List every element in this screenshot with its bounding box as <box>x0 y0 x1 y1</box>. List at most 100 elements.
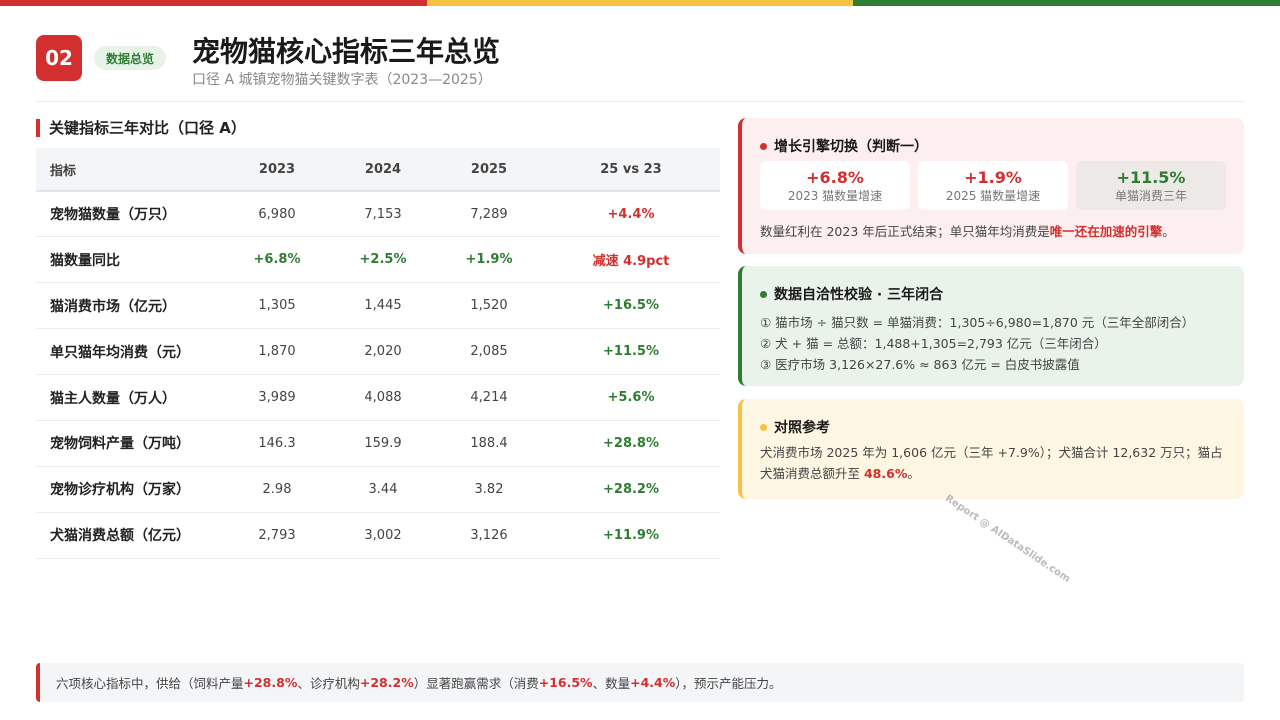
section-badge: 数据总览 <box>94 46 167 70</box>
cell-2024: 2,020 <box>364 344 402 360</box>
cell-2025: 2,085 <box>470 344 508 360</box>
cell-change: +28.2% <box>603 481 659 497</box>
cell-2024: +2.5% <box>359 252 407 268</box>
stat-label: 2025 猫数量增速 <box>945 189 1041 203</box>
top-bar-yellow-segment <box>426 0 854 6</box>
check-list: ① 猫市场 ÷ 猫只数 = 单猫消费：1,305÷6,980=1,870 元（三… <box>760 312 1194 375</box>
cell-2023: 3,989 <box>258 390 296 405</box>
cell-2024: 159.9 <box>364 435 402 451</box>
top-color-bar <box>0 0 1280 6</box>
cell-2024: 3,002 <box>364 527 402 543</box>
stat-value: +6.8% <box>806 168 864 187</box>
note-suffix: 。 <box>1162 224 1175 239</box>
cell-2025: 3.82 <box>474 481 504 497</box>
metric-name: 猫消费市场（亿元） <box>50 298 176 315</box>
stat-box: +6.8% 2023 猫数量增速 <box>760 161 910 210</box>
cell-change: +16.5% <box>603 298 659 314</box>
footer-value: +4.4% <box>630 675 676 690</box>
cell-2025: 3,126 <box>470 527 508 543</box>
cell-change: +28.8% <box>603 435 659 451</box>
column-header: 25 vs 23 <box>600 161 662 177</box>
table-row: 宠物诊疗机构（万家） 2.98 3.44 3.82 +28.2% <box>36 466 720 513</box>
growth-stat-row: +6.8% 2023 猫数量增速 +1.9% 2025 猫数量增速 +11.5%… <box>760 161 1226 210</box>
cell-2023: 2,793 <box>258 527 296 543</box>
green-dot-icon <box>760 290 767 298</box>
reference-card-title: 对照参考 <box>760 417 830 437</box>
stat-value: +11.5% <box>1116 168 1186 187</box>
footer-text: 六项核心指标中，供给（饲料产量 <box>56 676 244 691</box>
growth-card-title-text: 增长引擎切换（判断一） <box>774 139 928 155</box>
check-card-title-text: 数据自洽性校验 · 三年闭合 <box>774 287 944 303</box>
page-title: 宠物猫核心指标三年总览 <box>192 35 501 68</box>
reference-emphasis: 48.6% <box>863 466 908 481</box>
metric-name: 猫数量同比 <box>50 252 120 269</box>
footer-value: +28.2% <box>359 675 414 690</box>
footer-summary: 六项核心指标中，供给（饲料产量 +28.8% 、诊疗机构 +28.2% ）显著跑赢需… <box>36 663 1244 702</box>
cell-2023: 1,305 <box>258 298 296 314</box>
column-header: 2024 <box>364 161 402 177</box>
page-header: 02 数据总览 宠物猫核心指标三年总览 口径 A 城镇宠物猫关键数字表（2023… <box>36 28 1244 102</box>
table-row: 宠物猫数量（万只） 6,980 7,153 7,289 +4.4% <box>36 191 720 237</box>
metric-name: 宠物猫数量（万只） <box>50 207 176 224</box>
table-row: 宠物饲料产量（万吨） 146.3 159.9 188.4 +28.8% <box>36 420 720 467</box>
footer-text: ），预示产能压力。 <box>675 676 782 691</box>
table-row: 猫主人数量（万人） 3,989 4,088 4,214 +5.6% <box>36 375 720 421</box>
note-emphasis: 唯一还在加速的引擎 <box>1049 224 1163 239</box>
cell-2025: 1,520 <box>470 298 508 314</box>
growth-card-note: 数量红利在 2023 年后正式结束；单只猫年均消费是唯一还在加速的引擎。 <box>760 221 1175 240</box>
check-item: ③ 医疗市场 3,126×27.6% ≈ 863 亿元 = 白皮书披露值 <box>760 357 1080 372</box>
cell-change: 减速 4.9pct <box>592 254 670 270</box>
watermark: Report @ AIDataSlide.com <box>942 492 1072 585</box>
column-header: 2023 <box>258 161 296 177</box>
cell-2023: 146.3 <box>258 435 296 451</box>
check-card-title: 数据自洽性校验 · 三年闭合 <box>760 284 943 304</box>
stat-label: 2023 猫数量增速 <box>787 189 883 203</box>
metric-name: 单只猫年均消费（元） <box>50 344 190 361</box>
red-dot-icon <box>760 142 767 150</box>
growth-engine-card: 增长引擎切换（判断一） +6.8% 2023 猫数量增速 +1.9% 2025 … <box>738 118 1244 254</box>
reference-text-body: 犬消费市场 2025 年为 1,606 亿元（三年 +7.9%）；犬猫合计 12… <box>760 445 1223 481</box>
table-row: 猫数量同比 +6.8% +2.5% +1.9% 减速 4.9pct <box>36 237 720 283</box>
top-bar-green-segment <box>853 0 1280 6</box>
cell-change: +4.4% <box>607 206 655 222</box>
cell-2023: 2.98 <box>262 481 292 497</box>
cell-2024: 7,153 <box>364 206 402 222</box>
consistency-check-card: 数据自洽性校验 · 三年闭合 ① 猫市场 ÷ 猫只数 = 单猫消费：1,305÷… <box>738 266 1244 386</box>
yellow-dot-icon <box>760 423 767 431</box>
top-bar-red-segment <box>0 0 427 6</box>
reference-text: 犬消费市场 2025 年为 1,606 亿元（三年 +7.9%）；犬猫合计 12… <box>760 442 1230 484</box>
cell-change: +5.6% <box>607 390 655 405</box>
page-number-badge: 02 <box>36 35 82 81</box>
metric-name: 宠物诊疗机构（万家） <box>50 482 190 499</box>
cell-2025: +1.9% <box>465 252 513 268</box>
stat-box: +11.5% 单猫消费三年 <box>1076 161 1226 210</box>
table-header-row: 指标 2023 2024 2025 25 vs 23 <box>36 148 720 191</box>
metric-name: 犬猫消费总额（亿元） <box>50 528 190 545</box>
footer-text: 、诊疗机构 <box>297 676 360 691</box>
metric-name: 宠物饲料产量（万吨） <box>50 436 190 453</box>
reference-text-suffix: 。 <box>907 466 920 481</box>
column-header: 2025 <box>470 161 508 177</box>
cell-2024: 1,445 <box>364 298 402 314</box>
cell-2024: 4,088 <box>364 390 402 405</box>
footer-text: ）显著跑赢需求（消费 <box>413 676 539 691</box>
check-item: ① 猫市场 ÷ 猫只数 = 单猫消费：1,305÷6,980=1,870 元（三… <box>760 315 1195 330</box>
metric-name: 猫主人数量（万人） <box>50 390 176 407</box>
cell-2023: +6.8% <box>253 252 301 268</box>
footer-value: +28.8% <box>243 675 298 690</box>
table-row: 单只猫年均消费（元） 1,870 2,020 2,085 +11.5% <box>36 329 720 375</box>
stat-label: 单猫消费三年 <box>1114 189 1187 203</box>
footer-value: +16.5% <box>538 675 593 690</box>
cell-change: +11.9% <box>603 527 659 543</box>
table-row: 猫消费市场（亿元） 1,305 1,445 1,520 +16.5% <box>36 283 720 329</box>
table-heading: 关键指标三年对比（口径 A） <box>36 119 246 137</box>
column-header: 指标 <box>50 163 77 179</box>
reference-card-title-text: 对照参考 <box>774 420 830 436</box>
cell-2024: 3.44 <box>368 481 398 497</box>
cell-2023: 1,870 <box>258 344 296 360</box>
reference-card: 对照参考 犬消费市场 2025 年为 1,606 亿元（三年 +7.9%）；犬猫… <box>738 399 1244 499</box>
growth-card-title: 增长引擎切换（判断一） <box>760 136 928 156</box>
footer-text: 、数量 <box>592 676 631 691</box>
stat-value: +1.9% <box>964 168 1022 187</box>
cell-2023: 6,980 <box>258 206 296 222</box>
